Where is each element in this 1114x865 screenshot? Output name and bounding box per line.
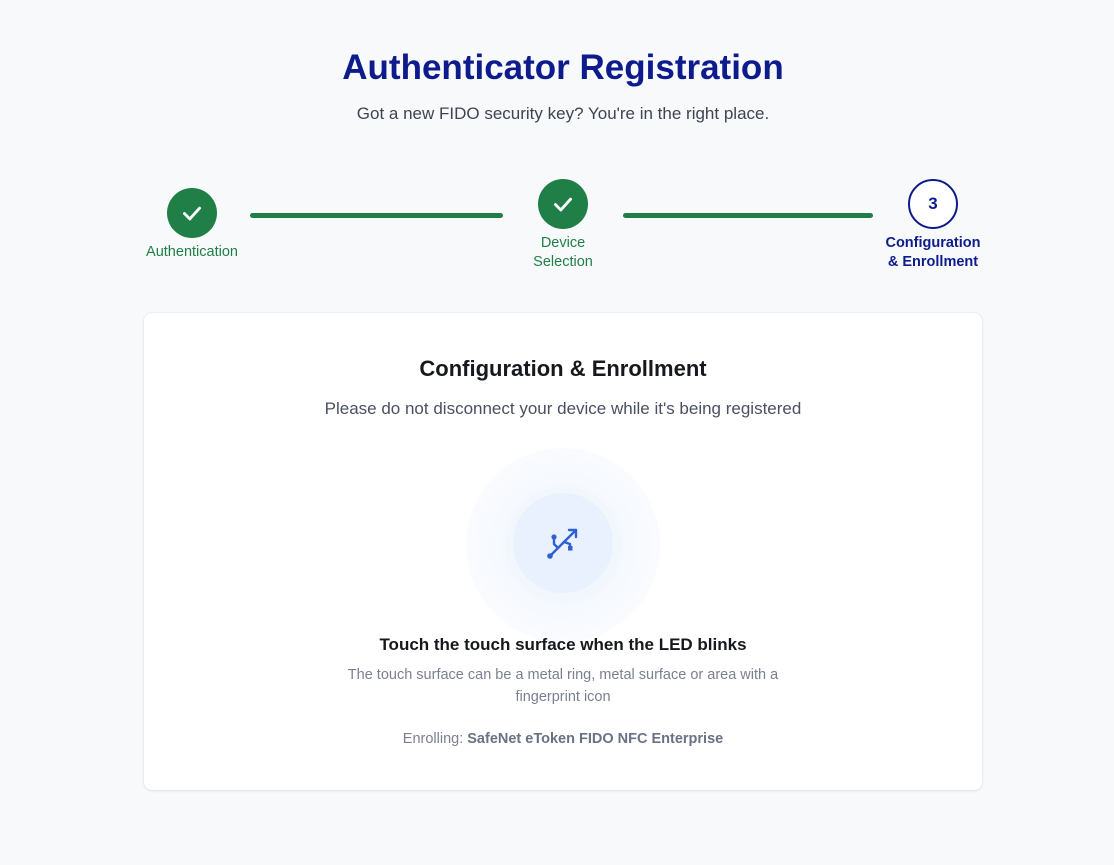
step-label-device-selection: Device Selection — [533, 235, 593, 270]
instruction-title: Touch the touch surface when the LED bli… — [379, 635, 747, 654]
card-title: Configuration & Enrollment — [419, 356, 707, 381]
step-configuration-active: 3 — [908, 179, 958, 229]
progress-stepper: Authentication Device Selection 3 Config… — [0, 0, 1114, 300]
enrolling-label: Enrolling: — [402, 731, 464, 747]
step-device-selection-complete — [538, 179, 588, 229]
usb-icon-container — [513, 493, 613, 593]
usb-icon — [547, 528, 578, 559]
enrolling-status: Enrolling: SafeNet eToken FIDO NFC Enter… — [144, 731, 982, 747]
check-icon — [183, 206, 201, 221]
enrollment-card: Configuration & Enrollment Please do not… — [144, 313, 982, 790]
step-authentication-complete — [167, 188, 217, 238]
step-number: 3 — [928, 194, 938, 213]
enrolling-device-name: SafeNet eToken FIDO NFC Enterprise — [467, 731, 724, 747]
step-connector-2 — [623, 213, 873, 218]
step-label-authentication: Authentication — [146, 244, 238, 260]
check-icon — [554, 197, 572, 212]
step-label-configuration: Configuration & Enrollment — [885, 235, 981, 270]
step-connector-1 — [250, 213, 503, 218]
instruction-description: The touch surface can be a metal ring, m… — [347, 667, 779, 705]
card-subtitle: Please do not disconnect your device whi… — [324, 399, 802, 418]
